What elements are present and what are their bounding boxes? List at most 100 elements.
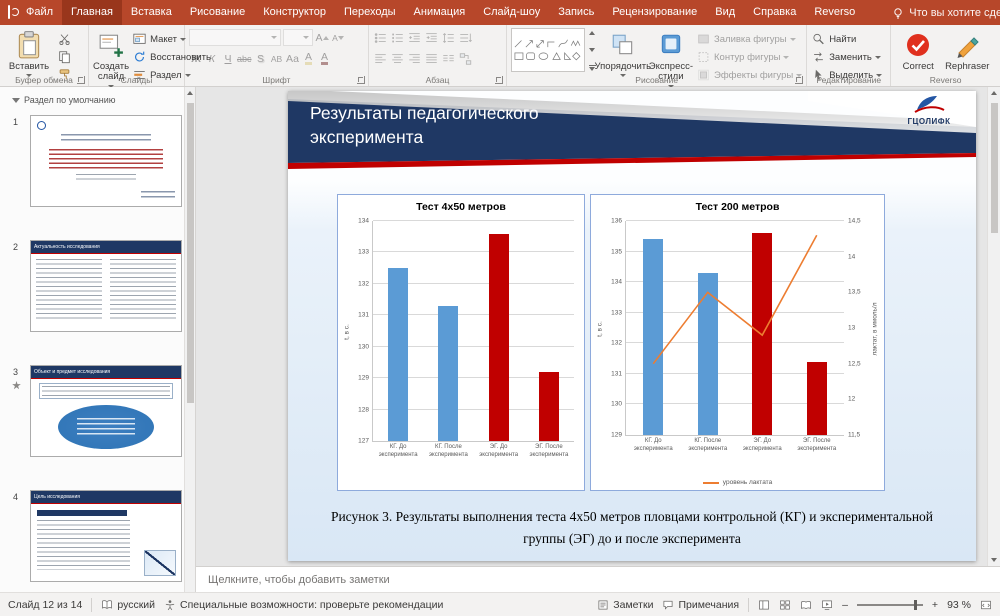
scroll-up-icon[interactable] xyxy=(991,91,997,95)
italic-button[interactable]: К xyxy=(205,51,219,67)
slide-thumbnail-4[interactable]: 4 Цель исследования xyxy=(30,490,182,582)
arrange-button[interactable]: Упорядочить xyxy=(600,28,646,77)
slide-thumbnail-2[interactable]: 2 Актуальность исследования xyxy=(30,240,182,332)
zoom-out-button[interactable]: – xyxy=(842,599,848,611)
font-name-select[interactable] xyxy=(189,29,281,46)
thumbnails-scrollbar[interactable] xyxy=(184,87,195,592)
highlight-color-button[interactable]: А xyxy=(302,51,316,67)
decrease-indent-button[interactable] xyxy=(407,31,422,45)
accessibility-icon xyxy=(164,599,176,611)
shapes-gallery[interactable] xyxy=(511,28,585,72)
tab-view[interactable]: Вид xyxy=(706,0,744,25)
justify-button[interactable] xyxy=(424,52,439,66)
tab-draw[interactable]: Рисование xyxy=(181,0,254,25)
scrollbar-thumb[interactable] xyxy=(187,103,194,403)
grow-font-button[interactable]: А xyxy=(315,30,329,46)
font-color-button[interactable]: А xyxy=(318,51,332,67)
zoom-slider[interactable] xyxy=(857,604,923,606)
chart-test-4x50[interactable]: Тест 4х50 метров127128129130131132133134… xyxy=(337,194,585,491)
slide-title[interactable]: Результаты педагогического эксперимента xyxy=(310,102,590,149)
normal-view-button[interactable] xyxy=(758,599,770,611)
comments-toggle[interactable]: Примечания xyxy=(662,599,739,611)
powerpoint-logo-icon[interactable] xyxy=(8,5,10,19)
underline-button[interactable]: Ч xyxy=(221,51,235,67)
columns-button[interactable] xyxy=(441,52,456,66)
bold-button[interactable]: Ж xyxy=(189,51,203,67)
reverso-rephraser-button[interactable]: Rephraser xyxy=(944,28,990,72)
workspace-scrollbar[interactable] xyxy=(987,87,1000,566)
font-size-select[interactable] xyxy=(283,29,313,46)
accessibility-checker[interactable]: Специальные возможности: проверьте реком… xyxy=(164,599,443,611)
slide-canvas[interactable]: Результаты педагогического эксперимента … xyxy=(288,91,976,561)
zoom-level[interactable]: 93 % xyxy=(947,599,971,611)
language-indicator[interactable]: русский xyxy=(101,599,155,611)
align-right-button[interactable] xyxy=(407,52,422,66)
tab-slideshow[interactable]: Слайд-шоу xyxy=(474,0,549,25)
shapes-more-icon[interactable] xyxy=(589,65,596,69)
slide-sorter-view-button[interactable] xyxy=(779,599,791,611)
tell-me-search[interactable]: Что вы хотите сделать? xyxy=(892,0,1000,25)
y2-axis-tick: 12 xyxy=(848,396,855,403)
character-spacing-button[interactable]: АВ xyxy=(270,51,284,67)
numbering-button[interactable] xyxy=(390,31,405,45)
increase-indent-button[interactable] xyxy=(424,31,439,45)
shape-outline-button[interactable]: Контур фигуры xyxy=(696,50,802,64)
text-direction-button[interactable] xyxy=(458,31,473,45)
x-axis-label: КГ. До эксперимента xyxy=(373,441,423,459)
scrollbar-thumb[interactable] xyxy=(991,103,998,233)
strikethrough-button[interactable]: abc xyxy=(237,51,252,67)
zoom-in-button[interactable]: + xyxy=(932,599,938,611)
shape-fill-button[interactable]: Заливка фигуры xyxy=(696,32,802,46)
slide-counter[interactable]: Слайд 12 из 14 xyxy=(8,599,82,611)
section-header[interactable]: Раздел по умолчанию xyxy=(12,95,116,105)
slide-thumbnail-1[interactable]: 1 xyxy=(30,115,182,207)
slideshow-button[interactable] xyxy=(821,599,833,611)
line-spacing-button[interactable] xyxy=(441,31,456,45)
figure-caption[interactable]: Рисунок 3. Результаты выполнения теста 4… xyxy=(316,506,948,549)
text-shadow-button[interactable]: S xyxy=(254,51,268,67)
shapes-scroll-up-icon[interactable] xyxy=(589,31,595,35)
tab-transitions[interactable]: Переходы xyxy=(335,0,405,25)
tab-reverso[interactable]: Reverso xyxy=(805,0,864,25)
shrink-font-button[interactable]: А xyxy=(331,30,345,46)
notes-toggle[interactable]: Заметки xyxy=(597,599,653,611)
slide-number: 4 xyxy=(13,492,18,502)
cut-icon[interactable] xyxy=(57,32,72,46)
tab-design[interactable]: Конструктор xyxy=(254,0,335,25)
reverso-correct-button[interactable]: Correct xyxy=(895,28,941,72)
statusbar-left: Слайд 12 из 14 русский Специальные возмо… xyxy=(8,598,443,612)
bullets-button[interactable] xyxy=(373,31,388,45)
align-left-button[interactable] xyxy=(373,52,388,66)
fit-slide-to-window-icon[interactable] xyxy=(980,599,992,611)
tab-file[interactable]: Файл xyxy=(17,0,62,25)
copy-icon[interactable] xyxy=(57,50,72,64)
tab-insert[interactable]: Вставка xyxy=(122,0,181,25)
mini-slide-title: Цель исследования xyxy=(31,491,181,504)
align-center-button[interactable] xyxy=(390,52,405,66)
slide-thumbnail-3[interactable]: 3 Объект и предмет исследования xyxy=(30,365,182,457)
tab-review[interactable]: Рецензирование xyxy=(603,0,706,25)
y-axis-tick: 133 xyxy=(611,309,622,316)
tab-record[interactable]: Запись xyxy=(549,0,603,25)
zoom-slider-thumb[interactable] xyxy=(914,600,917,610)
paste-button[interactable]: Вставить xyxy=(4,28,54,77)
reading-view-button[interactable] xyxy=(800,599,812,611)
reverso-group-label: Reverso xyxy=(891,75,1000,85)
chart-test-200m[interactable]: Тест 200 метров1291301311321331341351361… xyxy=(590,194,885,491)
convert-smartart-button[interactable] xyxy=(458,52,473,66)
reset-icon xyxy=(132,50,147,64)
shapes-scroll-down-icon[interactable] xyxy=(589,48,595,52)
y2-axis-tick: 13,5 xyxy=(848,289,861,296)
slide-number: 2 xyxy=(13,242,18,252)
ribbon-group-drawing: Упорядочить Экспресс-стили Заливка фигур… xyxy=(507,25,807,86)
replace-button[interactable]: Заменить xyxy=(811,50,882,64)
find-button[interactable]: Найти xyxy=(811,32,882,46)
tab-help[interactable]: Справка xyxy=(744,0,805,25)
notes-area[interactable]: Щелкните, чтобы добавить заметки xyxy=(196,566,1000,592)
scroll-down-icon[interactable] xyxy=(991,558,997,562)
y-axis-tick: 135 xyxy=(611,248,622,255)
tab-home[interactable]: Главная xyxy=(62,0,122,25)
tab-animations[interactable]: Анимация xyxy=(405,0,475,25)
scroll-up-icon[interactable] xyxy=(187,91,193,95)
change-case-button[interactable]: Аа xyxy=(286,51,300,67)
